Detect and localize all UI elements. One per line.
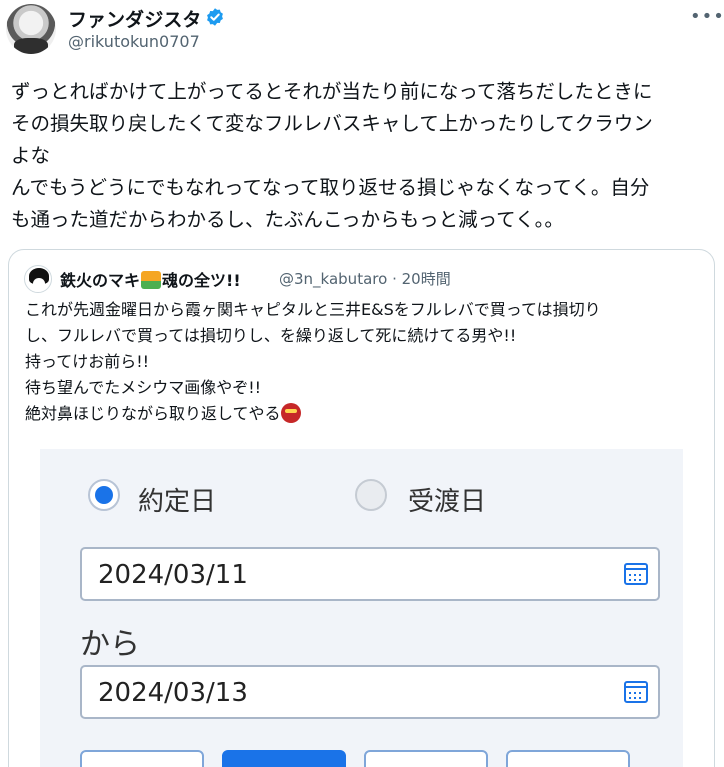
quoted-tweet[interactable]: 鉄火のマキ 魂の全ツ!! @3n_kabutaro · 20時間 これが先週金曜日… xyxy=(8,249,715,767)
image-pill xyxy=(80,750,204,767)
date-to-field: 2024/03/13 xyxy=(80,665,660,719)
image-pill xyxy=(364,750,488,767)
quoted-text-line: 持ってけお前ら!! xyxy=(25,352,150,371)
date-from-value: 2024/03/11 xyxy=(98,560,248,590)
calendar-icon xyxy=(624,681,648,703)
more-options-icon[interactable]: ••• xyxy=(690,6,724,27)
date-to-value: 2024/03/13 xyxy=(98,678,248,708)
tweet-text: ずっとればかけて上がってるとそれが当たり前になって落ちだしたときに その損失取り… xyxy=(11,80,653,231)
tweet-header: ファンダジスタ @rikutokun0707 ••• xyxy=(0,0,724,62)
image-pill xyxy=(506,750,630,767)
radio-label-settlement-date: 受渡日 xyxy=(408,487,487,517)
quoted-timestamp[interactable]: 20時間 xyxy=(402,270,451,288)
quoted-author-handle: @3n_kabutaro xyxy=(279,270,388,288)
quoted-text-line: 待ち望んでたメシウマ画像やぞ!! xyxy=(25,378,262,397)
verified-badge-icon xyxy=(207,8,223,26)
quoted-image[interactable]: 約定日 受渡日 2024/03/11 から 2024/03/13 xyxy=(40,449,683,767)
quoted-author-name-part2: 魂の全ツ!! xyxy=(162,271,241,290)
date-from-field: 2024/03/11 xyxy=(80,547,660,601)
sunrise-emoji-icon xyxy=(141,271,162,289)
ogre-emoji-icon xyxy=(280,403,301,423)
quoted-text: これが先週金曜日から霞ヶ関キャピタルと三井E&Sをフルレバで買っては損切り し、… xyxy=(25,297,710,427)
range-label: から xyxy=(80,627,140,662)
author-avatar[interactable] xyxy=(6,4,56,54)
quoted-author-name: 鉄火のマキ 魂の全ツ!! xyxy=(60,267,241,291)
radio-selected-icon xyxy=(88,479,120,511)
radio-unselected-icon xyxy=(355,479,387,511)
quoted-text-line: 絶対鼻ほじりながら取り返してやる xyxy=(25,404,281,423)
quoted-meta: @3n_kabutaro · 20時間 xyxy=(279,268,451,289)
calendar-icon xyxy=(624,563,648,585)
quoted-author-name-part1: 鉄火のマキ xyxy=(60,271,141,290)
quoted-text-line: し、フルレバで買っては損切りし、を繰り返して死に続けてる男や!! xyxy=(25,326,517,345)
meta-separator: · xyxy=(392,270,397,288)
author-handle[interactable]: @rikutokun0707 xyxy=(68,32,200,51)
radio-label-trade-date: 約定日 xyxy=(138,487,217,517)
quoted-text-line: これが先週金曜日から霞ヶ関キャピタルと三井E&Sをフルレバで買っては損切り xyxy=(25,300,601,319)
quoted-author-avatar xyxy=(24,265,52,293)
image-pill-active xyxy=(222,750,346,767)
author-display-name[interactable]: ファンダジスタ xyxy=(68,5,201,32)
